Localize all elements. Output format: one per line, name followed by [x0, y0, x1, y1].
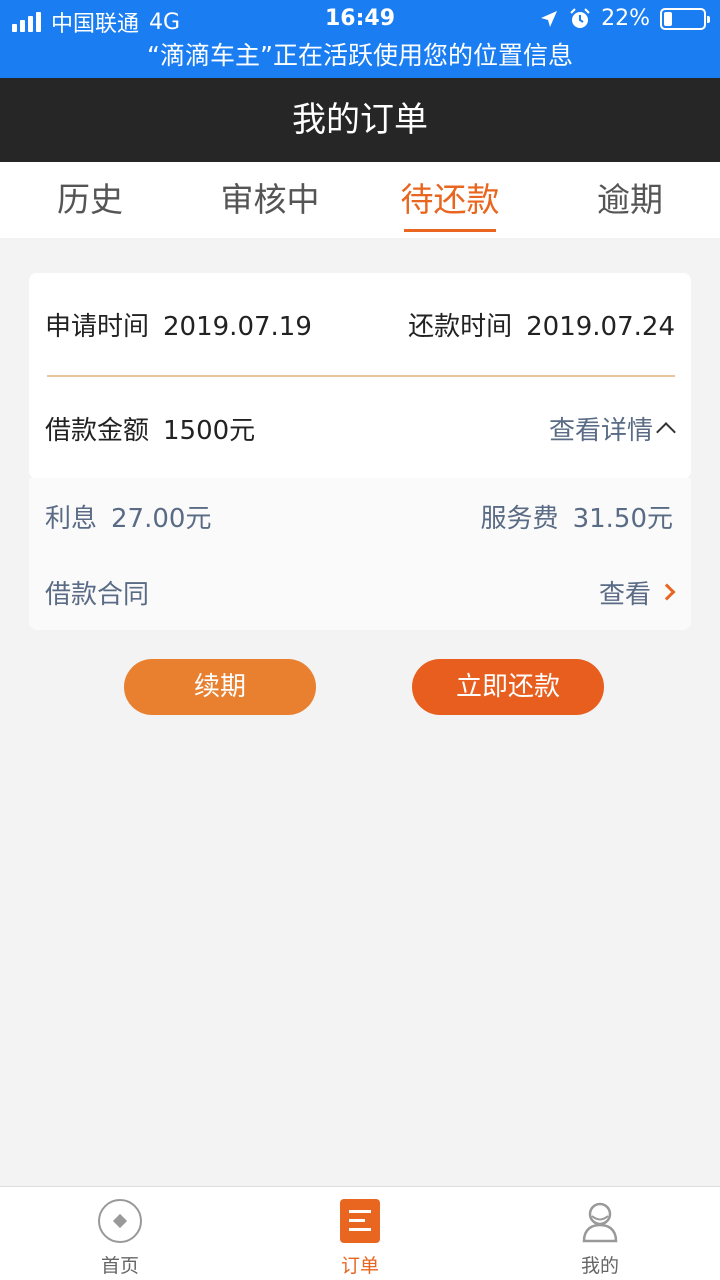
repay-time: 还款时间 2019.07.24	[408, 306, 675, 343]
view-details-label: 查看详情	[548, 415, 653, 446]
loan-amount-label: 借款金额	[45, 415, 150, 446]
location-arrow-icon	[541, 10, 558, 27]
order-icon	[340, 1199, 380, 1243]
location-banner[interactable]: “滴滴车主”正在活跃使用您的位置信息	[0, 40, 720, 78]
tabbar-home[interactable]: 首页	[0, 1187, 240, 1280]
tab-history[interactable]: 历史	[0, 162, 180, 238]
service-fee-value: 31.50元	[572, 503, 673, 534]
tabbar-orders-label: 订单	[340, 1255, 379, 1277]
tab-pending-repayment[interactable]: 待还款	[360, 162, 540, 238]
alarm-icon	[570, 7, 590, 28]
repay-time-value: 2019.07.24	[526, 311, 675, 342]
amount-row: 借款金额 1500元 查看详情	[29, 377, 691, 479]
apply-time-value: 2019.07.19	[163, 311, 312, 342]
loan-amount-value: 1500元	[163, 415, 256, 446]
page-title: 我的订单	[0, 78, 720, 162]
service-fee-label: 服务费	[480, 503, 559, 534]
renew-button[interactable]: 续期	[124, 659, 316, 715]
repay-time-label: 还款时间	[408, 311, 513, 342]
tabbar-orders[interactable]: 订单	[240, 1187, 480, 1280]
tab-reviewing[interactable]: 审核中	[180, 162, 360, 238]
tabbar-home-label: 首页	[100, 1255, 139, 1277]
status-right: 22%	[539, 6, 710, 31]
bottom-tab-bar: 首页 订单 我的	[0, 1186, 720, 1280]
interest-label: 利息	[45, 503, 98, 534]
order-details: 利息 27.00元 服务费 31.50元 借款合同 查看	[29, 478, 691, 630]
repay-now-button[interactable]: 立即还款	[412, 659, 604, 715]
tabbar-profile-label: 我的	[580, 1255, 619, 1277]
view-contract-label: 查看	[598, 579, 651, 610]
loan-amount: 借款金额 1500元	[45, 410, 255, 447]
interest: 利息 27.00元	[45, 498, 211, 535]
profile-icon	[582, 1202, 618, 1243]
view-details-toggle[interactable]: 查看详情	[548, 410, 676, 447]
contract-row: 借款合同 查看	[29, 554, 691, 630]
fees-row: 利息 27.00元 服务费 31.50元	[29, 478, 691, 554]
apply-time-label: 申请时间	[45, 311, 150, 342]
home-icon	[98, 1199, 142, 1243]
view-contract-link[interactable]: 查看	[598, 574, 676, 611]
chevron-up-icon	[656, 422, 676, 442]
battery-percent: 22%	[601, 6, 650, 31]
tabbar-profile[interactable]: 我的	[480, 1187, 720, 1280]
order-tabs: 历史 审核中 待还款 逾期	[0, 162, 720, 238]
chevron-right-icon	[658, 583, 676, 601]
interest-value: 27.00元	[111, 503, 212, 534]
service-fee: 服务费 31.50元	[481, 498, 673, 535]
contract-label: 借款合同	[45, 579, 150, 610]
status-bar: 中国联通 4G 16:49 22%	[0, 0, 720, 40]
tab-overdue[interactable]: 逾期	[540, 162, 720, 238]
battery-icon	[660, 7, 710, 30]
apply-time: 申请时间 2019.07.19	[45, 306, 312, 343]
order-card: 申请时间 2019.07.19 还款时间 2019.07.24 借款金额 1500元 …	[29, 273, 691, 479]
dates-row: 申请时间 2019.07.19 还款时间 2019.07.24	[29, 273, 691, 375]
